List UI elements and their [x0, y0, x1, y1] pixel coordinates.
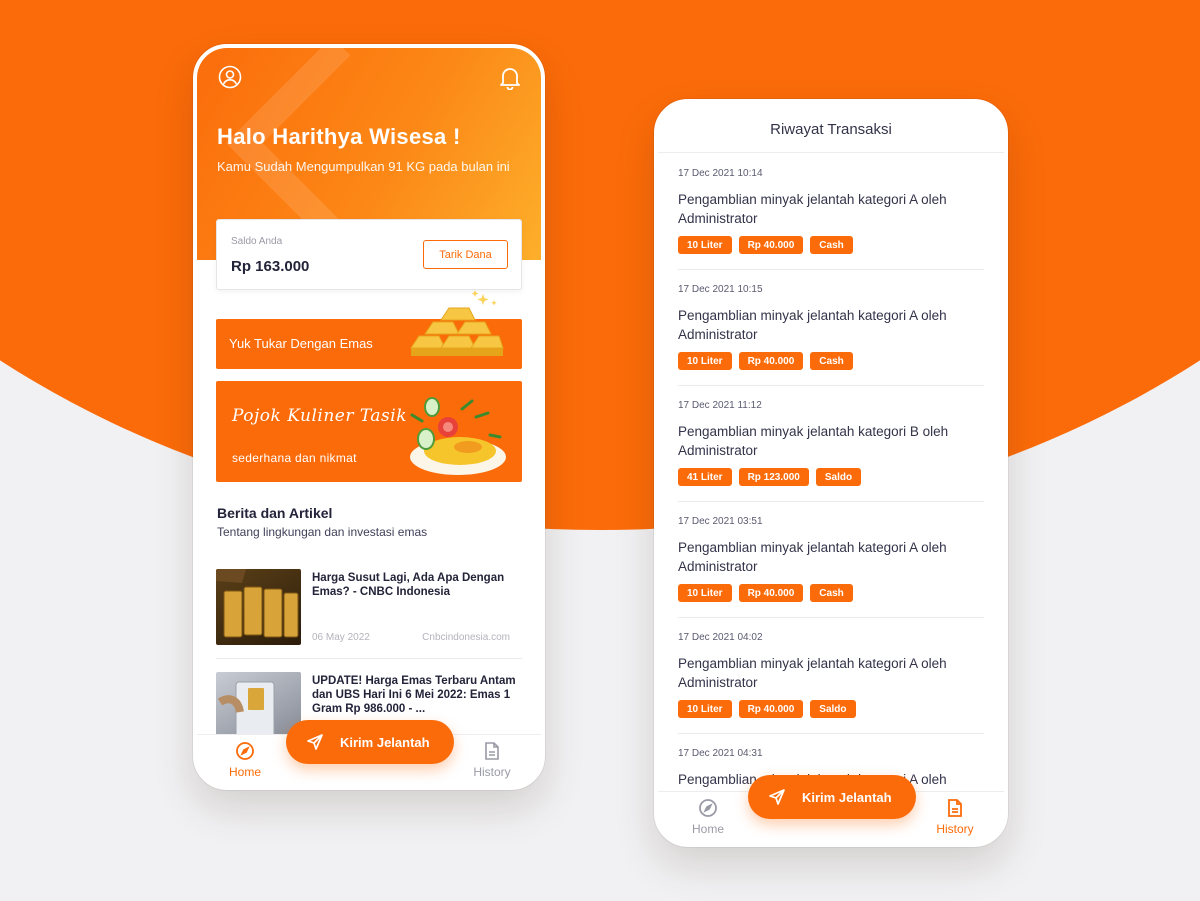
transaction-item[interactable]: 17 Dec 2021 04:02 Pengamblian minyak jel…	[678, 618, 984, 734]
transaction-badges: 10 Liter Rp 40.000 Cash	[678, 584, 860, 602]
news-source: Cnbcindonesia.com	[422, 632, 510, 643]
compass-icon	[699, 799, 717, 817]
background-orange-arc	[0, 0, 1200, 530]
amount-badge: Rp 40.000	[738, 236, 804, 254]
amount-badge: Rp 40.000	[738, 700, 804, 718]
volume-badge: 10 Liter	[678, 352, 732, 370]
culinary-banner-title: Pojok Kuliner Tasik	[232, 406, 408, 426]
news-headline: Harga Susut Lagi, Ada Apa Dengan Emas? -…	[312, 572, 505, 598]
volume-badge: 10 Liter	[678, 584, 732, 602]
transaction-item[interactable]: 17 Dec 2021 03:51 Pengamblian minyak jel…	[678, 502, 984, 618]
nav-history-label: History	[473, 765, 511, 779]
profile-icon[interactable]	[217, 64, 243, 90]
transaction-description: Pengamblian minyak jelantah kategori B o…	[678, 424, 949, 458]
food-plate-illustration	[410, 397, 506, 475]
news-section-subtitle: Tentang lingkungan dan investasi emas	[217, 525, 428, 539]
transaction-date: 17 Dec 2021 11:12	[678, 400, 762, 411]
bell-icon[interactable]	[497, 65, 523, 91]
transaction-badges: 41 Liter Rp 123.000 Saldo	[678, 468, 868, 486]
nav-history[interactable]: History	[462, 741, 522, 779]
culinary-banner[interactable]: Pojok Kuliner Tasik sederhana dan nikmat	[216, 381, 522, 482]
payment-method-badge: Cash	[810, 584, 853, 602]
phone-history-screen: Riwayat Transaksi 17 Dec 2021 10:14 Peng…	[654, 99, 1008, 847]
transaction-description: Pengamblian minyak jelantah kategori A o…	[678, 540, 947, 574]
withdraw-button[interactable]: Tarik Dana	[423, 240, 508, 269]
transaction-description: Pengamblian minyak jelantah kategori A o…	[678, 656, 947, 690]
history-header: Riwayat Transaksi	[658, 103, 1004, 153]
transaction-badges: 10 Liter Rp 40.000 Cash	[678, 236, 860, 254]
send-used-oil-label: Kirim Jelantah	[340, 734, 430, 750]
news-thumbnail	[216, 569, 301, 645]
transaction-description: Pengamblian minyak jelantah kategori A o…	[678, 192, 947, 226]
payment-method-badge: Cash	[810, 236, 853, 254]
volume-badge: 41 Liter	[678, 468, 732, 486]
transaction-date: 17 Dec 2021 03:51	[678, 516, 763, 527]
nav-home[interactable]: Home	[215, 741, 275, 779]
nav-home[interactable]: Home	[678, 798, 738, 836]
news-date: 06 May 2022	[312, 632, 370, 643]
amount-badge: Rp 40.000	[738, 352, 804, 370]
news-headline: UPDATE! Harga Emas Terbaru Antam dan UBS…	[312, 675, 516, 715]
volume-badge: 10 Liter	[678, 700, 732, 718]
transaction-date: 17 Dec 2021 10:14	[678, 168, 763, 179]
greeting-title: Halo Harithya Wisesa !	[217, 124, 461, 149]
transaction-date: 17 Dec 2021 04:02	[678, 632, 763, 643]
send-used-oil-label: Kirim Jelantah	[802, 789, 892, 805]
document-icon	[948, 799, 962, 817]
balance-value: Rp 163.000	[231, 258, 310, 275]
payment-method-badge: Cash	[810, 352, 853, 370]
gold-banner-text: Yuk Tukar Dengan Emas	[229, 336, 373, 351]
compass-icon	[236, 742, 254, 760]
transaction-item[interactable]: 17 Dec 2021 11:12 Pengamblian minyak jel…	[678, 386, 984, 502]
culinary-banner-tagline: sederhana dan nikmat	[232, 451, 357, 465]
transaction-item[interactable]: 17 Dec 2021 10:15 Pengamblian minyak jel…	[678, 270, 984, 386]
nav-home-label: Home	[228, 765, 261, 779]
amount-badge: Rp 40.000	[738, 584, 804, 602]
page-title: Riwayat Transaksi	[770, 121, 892, 138]
news-section-title: Berita dan Artikel	[217, 505, 333, 521]
background	[0, 0, 1200, 901]
payment-method-badge: Saldo	[815, 468, 862, 486]
phone-home-screen: Halo Harithya Wisesa ! Kamu Sudah Mengum…	[193, 44, 545, 790]
document-icon	[485, 742, 499, 760]
balance-card: Saldo Anda Rp 163.000 Tarik Dana	[216, 219, 522, 290]
nav-history[interactable]: History	[925, 798, 985, 836]
transaction-badges: 10 Liter Rp 40.000 Saldo	[678, 700, 863, 718]
send-icon	[769, 789, 785, 805]
payment-method-badge: Saldo	[810, 700, 856, 718]
collection-summary: Kamu Sudah Mengumpulkan 91 KG pada bulan…	[217, 159, 510, 174]
send-used-oil-button[interactable]: Kirim Jelantah	[286, 720, 454, 764]
balance-label: Saldo Anda	[231, 236, 283, 247]
volume-badge: 10 Liter	[678, 236, 732, 254]
transaction-date: 17 Dec 2021 04:31	[678, 748, 763, 759]
transaction-description: Pengamblian minyak jelantah kategori A o…	[678, 308, 947, 342]
transaction-item[interactable]: 17 Dec 2021 10:14 Pengamblian minyak jel…	[678, 154, 984, 270]
nav-history-label: History	[936, 822, 974, 836]
nav-home-label: Home	[691, 822, 724, 836]
transaction-badges: 10 Liter Rp 40.000 Cash	[678, 352, 860, 370]
gold-bars-illustration	[410, 290, 504, 356]
send-icon	[307, 734, 323, 750]
amount-badge: Rp 123.000	[738, 468, 809, 486]
transaction-date: 17 Dec 2021 10:15	[678, 284, 763, 295]
news-item[interactable]: Harga Susut Lagi, Ada Apa Dengan Emas? -…	[216, 569, 522, 659]
send-used-oil-button[interactable]: Kirim Jelantah	[748, 775, 916, 819]
